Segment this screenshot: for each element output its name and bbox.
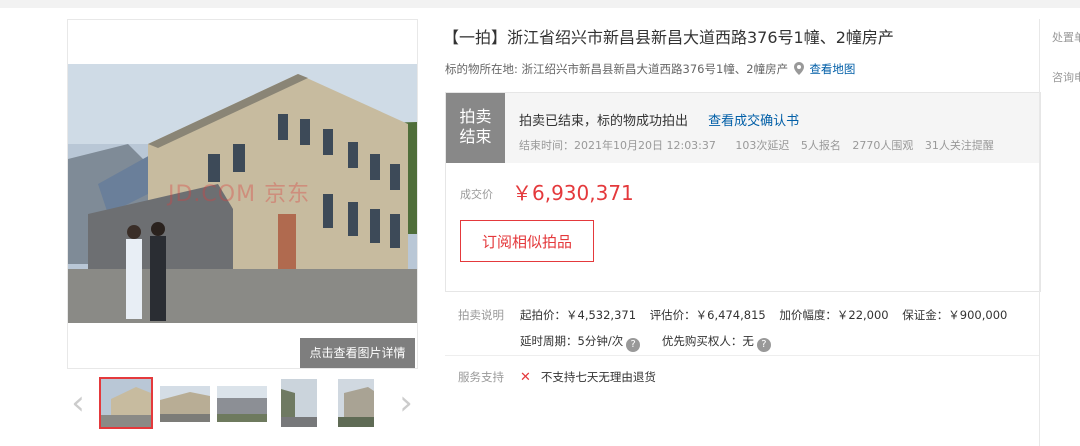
status-message-line: 拍卖已结束，标的物成功拍出 查看成交确认书	[519, 110, 799, 129]
view-map-link[interactable]: 查看地图	[809, 62, 855, 76]
thumbnail-3[interactable]	[217, 386, 267, 422]
view-confirmation-link[interactable]: 查看成交确认书	[708, 114, 799, 129]
auction-info-values: 起拍价：￥4,532,371 评估价：￥6,474,815 加价幅度：￥22,0…	[520, 307, 1017, 323]
deal-price: ￥6,930,371	[512, 181, 634, 205]
signup-count: 5人报名	[800, 139, 841, 152]
thumbnail-5[interactable]	[338, 379, 374, 427]
view-count: 2770人围观	[852, 139, 914, 152]
status-header: 拍卖 结束 拍卖已结束，标的物成功拍出 查看成交确认书 结束时间：2021年10…	[446, 93, 1040, 163]
close-icon: ✕	[520, 370, 531, 385]
reminder-count: 31人关注提醒	[924, 139, 994, 152]
priority-buyer: 优先购买权人：无	[661, 334, 754, 348]
watermark: JD.COM 京东	[168, 182, 311, 207]
deposit: 保证金：￥900,000	[902, 308, 1008, 322]
help-icon[interactable]: ?	[756, 338, 771, 352]
help-icon[interactable]: ?	[626, 338, 641, 352]
main-image-viewer[interactable]: JD.COM 京东 点击查看图片详情	[67, 19, 418, 369]
delay-period: 延时周期：5分钟/次	[520, 334, 624, 348]
location-pin-icon[interactable]	[793, 62, 804, 75]
auction-status-panel: 拍卖 结束 拍卖已结束，标的物成功拍出 查看成交确认书 结束时间：2021年10…	[445, 92, 1041, 292]
location-line: 标的物所在地: 浙江绍兴市新昌县新昌大道西路376号1幢、2幢房产 查看地图	[445, 61, 855, 77]
auction-ended-badge: 拍卖 结束	[446, 93, 505, 163]
divider	[445, 355, 1039, 356]
status-details: 结束时间：2021年10月20日 12:03:37 103次延迟 5人报名 27…	[519, 137, 1002, 153]
badge-line-1: 拍卖	[459, 107, 492, 126]
view-photo-details-button[interactable]: 点击查看图片详情	[300, 338, 415, 368]
badge-line-2: 结束	[459, 127, 492, 146]
thumbnail-2[interactable]	[160, 386, 210, 422]
auction-info-values-2: 延时周期：5分钟/次? 优先购买权人：无?	[520, 333, 781, 352]
disposal-unit-label: 处置单	[1052, 31, 1080, 44]
top-bar	[0, 0, 1080, 8]
thumbnail-strip: ‹ ›	[67, 374, 417, 434]
auction-info-label: 拍卖说明	[458, 308, 504, 322]
chevron-left-icon[interactable]: ‹	[67, 384, 89, 424]
deal-price-label: 成交价	[460, 188, 493, 201]
start-price: 起拍价：￥4,532,371	[520, 308, 637, 322]
thumbnail-4[interactable]	[281, 379, 317, 427]
subscribe-similar-button[interactable]: 订阅相似拍品	[460, 220, 594, 262]
consult-phone-label: 咨询电	[1052, 71, 1080, 84]
end-time-value: 2021年10月20日 12:03:37	[574, 139, 716, 152]
delay-count: 103次延迟	[735, 139, 790, 152]
service-values: ✕ 不支持七天无理由退货	[520, 369, 666, 385]
bid-increment: 加价幅度：￥22,000	[779, 308, 889, 322]
page-title: 【一拍】浙江省绍兴市新昌县新昌大道西路376号1幢、2幢房产	[443, 28, 894, 47]
status-message: 拍卖已结束，标的物成功拍出	[519, 114, 689, 129]
location-address: 浙江绍兴市新昌县新昌大道西路376号1幢、2幢房产	[521, 62, 789, 76]
service-label: 服务支持	[458, 370, 504, 384]
location-label: 标的物所在地:	[445, 62, 518, 76]
appraisal-price: 评估价：￥6,474,815	[649, 308, 766, 322]
end-time: 结束时间：2021年10月20日 12:03:37	[519, 139, 724, 152]
no-return-policy: 不支持七天无理由退货	[540, 370, 656, 384]
thumbnail-1[interactable]	[99, 377, 153, 429]
chevron-right-icon[interactable]: ›	[395, 384, 417, 424]
right-sidebar: 处置单 咨询电	[1039, 19, 1080, 446]
end-time-label: 结束时间：	[519, 139, 574, 152]
